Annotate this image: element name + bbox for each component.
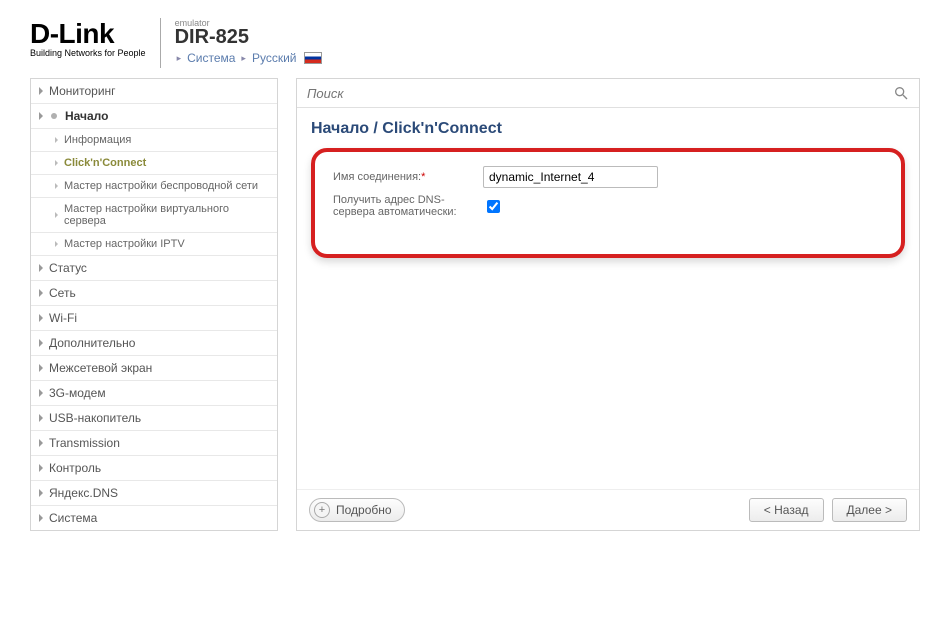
detail-button-label: Подробно [336,503,392,517]
sidebar-item-label: Wi-Fi [49,311,77,325]
main-panel: Начало / Click'n'Connect Имя соединения:… [296,78,920,531]
chevron-right-icon [39,264,43,272]
chevron-right-icon [39,364,43,372]
model-area: emulator DIR-825 ▸ Система ▸ Русский [175,18,323,65]
sidebar-item-label: Информация [64,134,131,146]
chevron-right-icon [39,389,43,397]
sidebar-item-7[interactable]: Статус [31,256,277,281]
chevron-right-icon [55,212,58,218]
search-input[interactable] [307,86,893,101]
sidebar-item-2[interactable]: Информация [31,129,277,152]
sidebar-item-label: Яндекс.DNS [49,486,118,500]
row-dns-auto: Получить адрес DNS-сервера автоматически… [333,194,883,218]
breadcrumb: Начало / Click'n'Connect [311,120,905,138]
sidebar-item-11[interactable]: Межсетевой экран [31,356,277,381]
chevron-right-icon [39,289,43,297]
footer-buttons: + Подробно < Назад Далее > [297,489,919,530]
sidebar-item-label: Мастер настройки беспроводной сети [64,180,258,192]
sidebar-item-17[interactable]: Система [31,506,277,530]
sidebar-item-8[interactable]: Сеть [31,281,277,306]
sidebar-item-15[interactable]: Контроль [31,456,277,481]
chevron-right-icon [55,183,58,189]
checkbox-dns-auto[interactable] [487,200,500,213]
link-language[interactable]: Русский [252,51,297,65]
chevron-right-icon [39,439,43,447]
top-links: ▸ Система ▸ Русский [175,51,323,65]
chevron-right-icon [39,339,43,347]
sidebar-item-label: 3G-модем [49,386,106,400]
chevron-right-icon [39,464,43,472]
logo: D-Link Building Networks for People [30,18,146,58]
chevron-right-icon [39,489,43,497]
sidebar-item-label: USB-накопитель [49,411,141,425]
chevron-right-icon [55,160,58,166]
form-highlight-box: Имя соединения:* Получить адрес DNS-серв… [311,148,905,258]
content: Начало / Click'n'Connect Имя соединения:… [297,108,919,489]
plus-icon: + [314,502,330,518]
sidebar-item-0[interactable]: Мониторинг [31,79,277,104]
input-connection-name[interactable] [483,166,658,188]
sidebar-item-4[interactable]: Мастер настройки беспроводной сети [31,175,277,198]
sidebar-item-label: Transmission [49,436,120,450]
header: D-Link Building Networks for People emul… [0,0,950,78]
sidebar-item-label: Статус [49,261,87,275]
sidebar-item-16[interactable]: Яндекс.DNS [31,481,277,506]
header-divider [160,18,161,68]
sidebar-item-13[interactable]: USB-накопитель [31,406,277,431]
sidebar-item-10[interactable]: Дополнительно [31,331,277,356]
model-name: DIR-825 [175,26,323,49]
logo-sub: Building Networks for People [30,48,146,58]
sidebar-item-14[interactable]: Transmission [31,431,277,456]
sidebar-item-label: Мастер настройки виртуального сервера [64,203,269,227]
chevron-right-icon [39,314,43,322]
sidebar-item-label: Система [49,511,97,525]
back-button[interactable]: < Назад [749,498,824,522]
sidebar-item-label: Дополнительно [49,336,135,350]
sidebar-item-label: Click'n'Connect [64,157,146,169]
link-system[interactable]: Система [187,51,235,65]
sidebar-item-label: Мониторинг [49,84,116,98]
label-connection-name: Имя соединения:* [333,171,483,183]
detail-button[interactable]: + Подробно [309,498,405,522]
flag-ru-icon[interactable] [304,52,322,64]
arrow-icon: ▸ [241,53,246,64]
chevron-right-icon [55,137,58,143]
arrow-icon: ▸ [177,53,182,64]
chevron-right-icon [39,414,43,422]
chevron-right-icon [55,241,58,247]
sidebar-item-6[interactable]: Мастер настройки IPTV [31,233,277,256]
sidebar-item-label: Контроль [49,461,101,475]
row-connection-name: Имя соединения:* [333,166,883,188]
sidebar-item-5[interactable]: Мастер настройки виртуального сервера [31,198,277,233]
sidebar-item-label: Межсетевой экран [49,361,152,375]
next-button[interactable]: Далее > [832,498,908,522]
sidebar: Мониторинг Начало Информация Click'n'Connec… [30,78,278,531]
sidebar-item-label: Начало [65,109,108,123]
chevron-right-icon [39,514,43,522]
sidebar-item-label: Мастер настройки IPTV [64,238,185,250]
sidebar-item-1[interactable]: Начало [31,104,277,129]
sidebar-item-3[interactable]: Click'n'Connect [31,152,277,175]
bullet-icon [51,113,57,119]
sidebar-item-label: Сеть [49,286,76,300]
sidebar-item-12[interactable]: 3G-модем [31,381,277,406]
logo-main: D-Link [30,18,146,50]
chevron-right-icon [39,87,43,95]
sidebar-item-9[interactable]: Wi-Fi [31,306,277,331]
chevron-right-icon [39,112,43,120]
search-bar [297,79,919,108]
label-dns-auto: Получить адрес DNS-сервера автоматически… [333,194,483,218]
search-icon[interactable] [893,85,909,101]
